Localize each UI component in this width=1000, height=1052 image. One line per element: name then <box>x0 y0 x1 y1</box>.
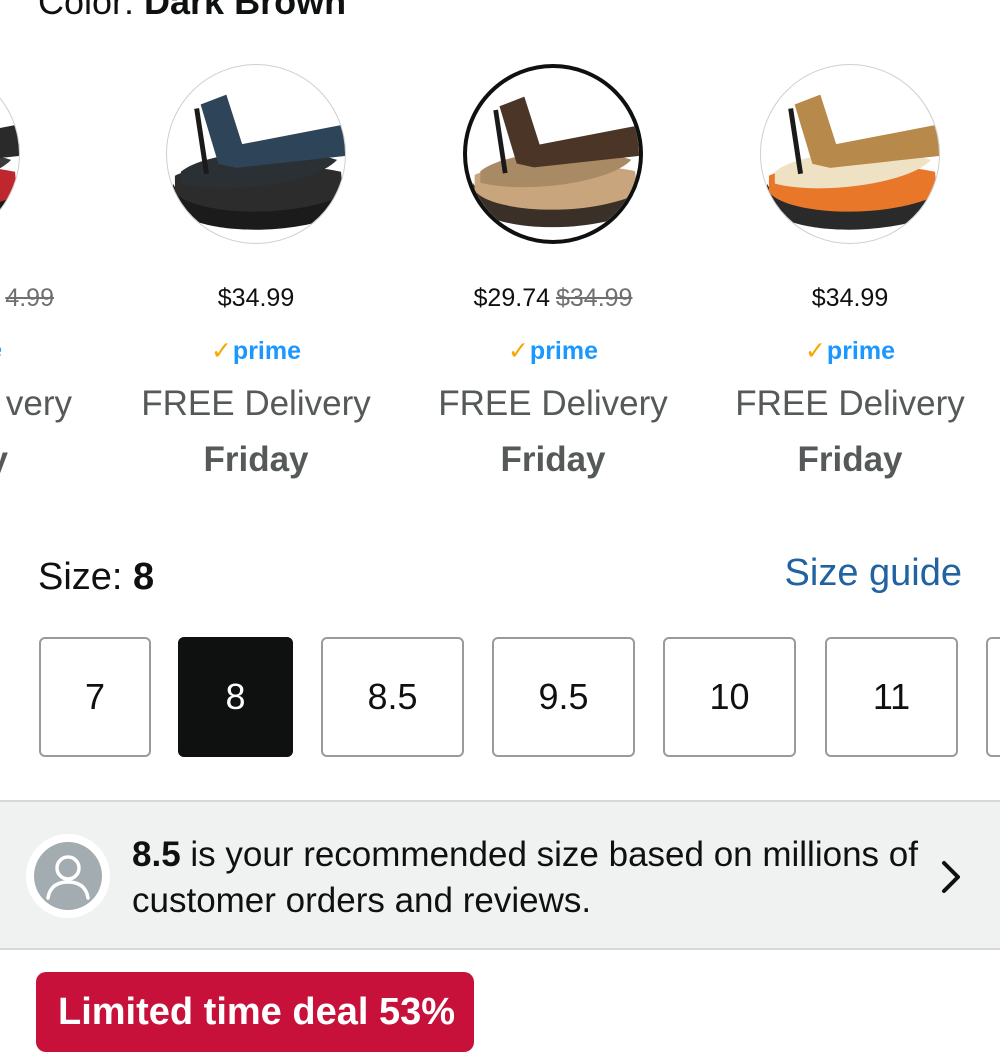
delivery-text: FREE Delivery <box>141 384 371 423</box>
size-option[interactable]: 9.5 <box>492 637 635 757</box>
prime-text: prime <box>826 337 896 365</box>
deal-badge: Limited time deal 53% <box>36 972 474 1052</box>
size-option-selected[interactable]: 8 <box>178 637 293 757</box>
delivery-day: y <box>0 440 8 480</box>
recommendation-message: is your recommended size based on millio… <box>132 835 918 920</box>
size-label: Size: 8 <box>38 555 154 599</box>
user-icon <box>34 842 102 910</box>
prime-check-icon: ✓ <box>210 337 232 365</box>
swatch-price: $34.99 <box>126 284 386 313</box>
swatch-current-price: $34.99 <box>811 284 889 312</box>
swatch-price: 4.99 <box>0 284 54 313</box>
swatch-thumbnail[interactable] <box>760 64 940 244</box>
sandal-strap <box>499 96 639 168</box>
delivery-text: FREE Delivery <box>438 384 668 423</box>
sandal-image <box>472 96 639 228</box>
delivery-day: Friday <box>797 440 903 479</box>
size-option-partial[interactable] <box>986 637 1000 757</box>
sandal-image <box>172 94 345 230</box>
swatch-was-price: 4.99 <box>5 284 54 312</box>
size-recommendation-banner[interactable]: 8.5 is your recommended size based on mi… <box>0 800 1000 950</box>
prime-check-icon: ✓ <box>507 337 529 365</box>
prime-text: e <box>0 336 2 364</box>
sandal-image <box>766 94 939 230</box>
chevron-right-icon[interactable] <box>936 857 964 897</box>
prime-badge: ✓prime <box>126 336 386 366</box>
prime-text: prime <box>529 337 599 365</box>
size-value: 8 <box>133 556 155 598</box>
delivery-day: Friday <box>500 440 606 479</box>
color-swatch[interactable]: $34.99 ✓prime FREE Delivery Friday <box>720 0 980 500</box>
swatch-price: $29.74 $34.99 <box>423 284 683 313</box>
avatar <box>26 834 110 918</box>
prime-badge: e <box>0 336 2 365</box>
delivery-day: Friday <box>203 440 309 479</box>
recommendation-text: 8.5 is your recommended size based on mi… <box>132 832 932 924</box>
size-option[interactable]: 7 <box>39 637 151 757</box>
prime-badge: ✓prime <box>720 336 980 366</box>
size-option[interactable]: 11 <box>825 637 958 757</box>
swatch-price: $34.99 <box>720 284 980 313</box>
delivery-text: very <box>5 384 72 423</box>
sandal-strap <box>794 94 939 168</box>
sandal-strap <box>0 124 19 159</box>
swatch-thumbnail[interactable] <box>463 64 643 244</box>
prime-check-icon: ✓ <box>804 337 826 365</box>
sandal-image <box>0 124 19 220</box>
swatch-current-price: $34.99 <box>217 284 295 312</box>
prime-text: prime <box>232 337 302 365</box>
recommended-size: 8.5 <box>132 835 181 874</box>
swatch-current-price: $29.74 <box>473 284 550 312</box>
size-label-prefix: Size: <box>38 556 134 598</box>
swatch-was-price: $34.99 <box>556 284 633 312</box>
prime-badge: ✓prime <box>423 336 683 366</box>
color-swatch-carousel[interactable]: 4.99 e very y $34.99 ✓prime FREE Deliver… <box>0 0 1000 500</box>
color-swatch[interactable]: 4.99 e very y <box>0 0 72 500</box>
size-guide-link[interactable]: Size guide <box>785 551 962 595</box>
swatch-thumbnail[interactable] <box>0 64 20 244</box>
color-swatch[interactable]: $34.99 ✓prime FREE Delivery Friday <box>126 0 386 500</box>
swatch-thumbnail[interactable] <box>166 64 346 244</box>
color-swatch-selected[interactable]: $29.74 $34.99 ✓prime FREE Delivery Friday <box>423 0 683 500</box>
delivery-text: FREE Delivery <box>735 384 965 423</box>
sandal-strap <box>200 94 345 168</box>
size-option[interactable]: 8.5 <box>321 637 464 757</box>
size-option[interactable]: 10 <box>663 637 796 757</box>
